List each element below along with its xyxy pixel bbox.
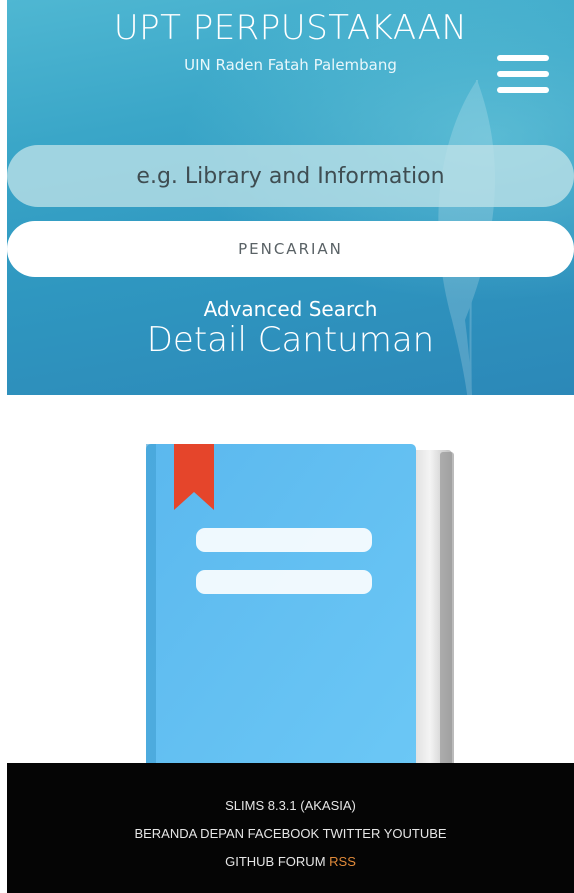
footer-link-forum[interactable]: FORUM xyxy=(278,854,326,869)
footer-link-youtube[interactable]: YOUTUBE xyxy=(384,826,447,841)
hamburger-menu-icon[interactable] xyxy=(497,55,549,93)
footer-link-twitter[interactable]: TWITTER xyxy=(323,826,381,841)
search-input[interactable] xyxy=(7,145,574,207)
footer-link-rss[interactable]: RSS xyxy=(329,854,356,869)
footer-version: SLIMS 8.3.1 (AKASIA) xyxy=(225,798,356,813)
menu-bar-top xyxy=(497,55,549,61)
footer-link-beranda-depan[interactable]: BERANDA DEPAN xyxy=(134,826,244,841)
site-footer: SLIMS 8.3.1 (AKASIA) BERANDA DEPAN FACEB… xyxy=(7,763,574,893)
footer-link-facebook[interactable]: FACEBOOK xyxy=(248,826,320,841)
menu-bar-middle xyxy=(497,71,549,77)
footer-links-row-1: BERANDA DEPAN FACEBOOK TWITTER YOUTUBE xyxy=(7,825,574,843)
search-button[interactable]: PENCARIAN xyxy=(7,221,574,277)
page-title: Detail Cantuman xyxy=(146,320,435,360)
site-header: UPT PERPUSTAKAAN UIN Raden Fatah Palemba… xyxy=(7,0,574,395)
menu-bar-bottom xyxy=(497,87,549,93)
book-cover-icon xyxy=(146,444,454,806)
site-title: UPT PERPUSTAKAAN xyxy=(113,8,468,48)
footer-link-github[interactable]: GITHUB xyxy=(225,854,274,869)
footer-links-row-2: GITHUB FORUM RSS xyxy=(7,853,574,871)
page: UPT PERPUSTAKAAN UIN Raden Fatah Palemba… xyxy=(0,0,574,893)
site-subtitle: UIN Raden Fatah Palembang xyxy=(184,56,397,74)
